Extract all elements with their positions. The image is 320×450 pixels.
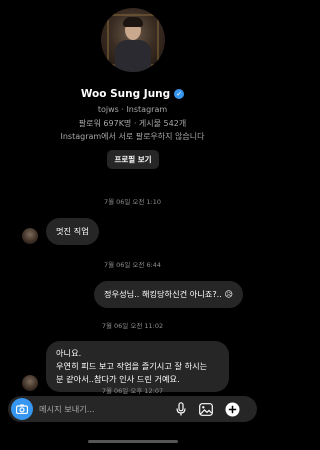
incoming-message[interactable]: 멋진 직업 (46, 218, 99, 245)
avatar-body-decor (115, 40, 151, 72)
profile-avatar[interactable] (101, 8, 165, 72)
dm-thread-screen: Woo Sung Jung ✓ tojws · Instagram 팔로워 69… (0, 0, 265, 450)
verified-badge-icon: ✓ (174, 89, 185, 99)
message-composer (8, 396, 257, 422)
outgoing-message[interactable]: 정우성님.. 해킹당하신건 아니죠?.. 😥 (94, 281, 244, 308)
home-indicator (88, 440, 178, 443)
profile-name: Woo Sung Jung (80, 88, 171, 100)
follow-status-note: Instagram에서 서로 팔로우하지 않습니다 (60, 132, 205, 141)
message-input[interactable] (39, 401, 169, 417)
message-timestamp: 7월 06일 오후 12:07 (101, 387, 164, 395)
plus-circle-icon[interactable] (223, 400, 241, 418)
view-profile-button[interactable]: 프로필 보기 (107, 150, 159, 169)
sender-avatar[interactable] (22, 228, 38, 244)
avatar-hair-decor (123, 17, 143, 27)
message-line: 아니요. (56, 348, 82, 358)
message-timestamp: 7월 06일 오전 1:10 (103, 198, 162, 206)
message-timestamp: 7월 06일 오전 11:02 (101, 322, 164, 330)
profile-name-row: Woo Sung Jung ✓ (0, 88, 265, 100)
camera-icon[interactable] (11, 398, 33, 420)
microphone-icon[interactable] (172, 400, 190, 418)
profile-handle: tojws · Instagram (97, 105, 168, 114)
message-line: 우연히 피드 보고 작업을 즐기시고 잘 하시는 (56, 361, 208, 371)
profile-stats: 팔로워 697K명 · 게시물 542개 (78, 119, 187, 128)
gallery-icon[interactable] (197, 400, 215, 418)
message-timestamp: 7월 06일 오전 6:44 (103, 261, 162, 269)
